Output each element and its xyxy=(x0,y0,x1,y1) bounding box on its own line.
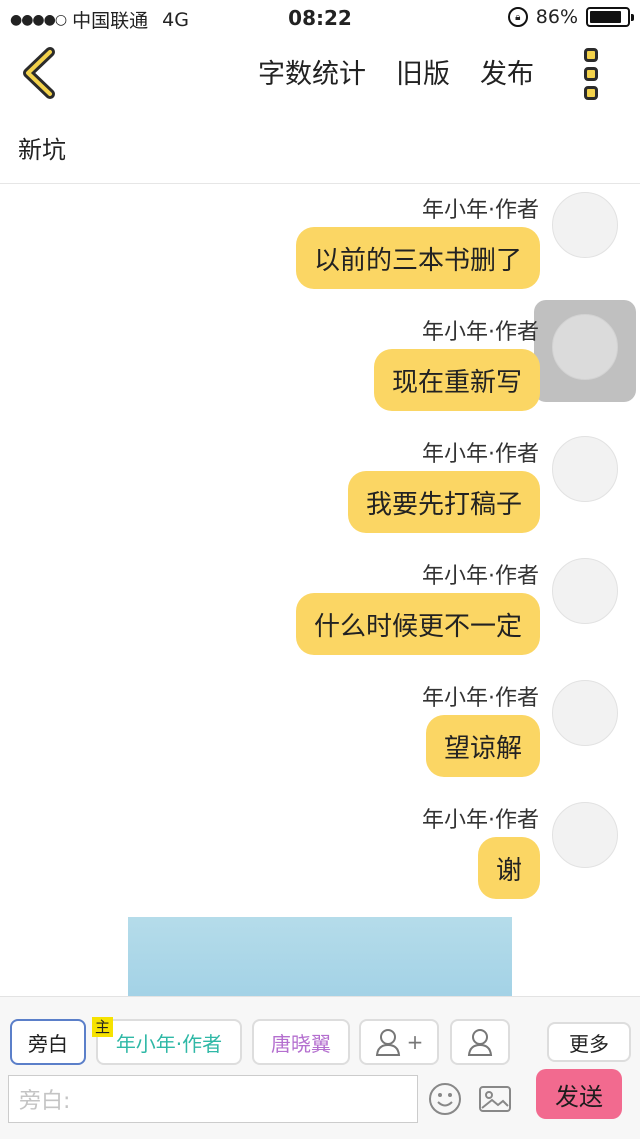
publish-link[interactable]: 发布 xyxy=(480,52,534,91)
send-button[interactable]: 发送 xyxy=(536,1069,622,1119)
back-button[interactable] xyxy=(16,46,66,100)
avatar[interactable] xyxy=(552,558,618,624)
rotation-lock-icon: 🔒︎ xyxy=(507,7,528,27)
user-icon xyxy=(467,1029,493,1056)
image-icon xyxy=(479,1086,511,1112)
message-author: 年小年·作者 xyxy=(422,564,539,589)
message-author: 年小年·作者 xyxy=(422,686,539,711)
status-bar: ●●●●○ 中国联通 4G 08:22 🔒︎ 86% xyxy=(0,0,640,36)
message-bubble[interactable]: 什么时候更不一定 xyxy=(295,593,540,655)
message-author: 年小年·作者 xyxy=(422,320,539,345)
message-bubble[interactable]: 现在重新写 xyxy=(373,349,540,411)
message-author: 年小年·作者 xyxy=(422,808,539,833)
more-menu-icon[interactable] xyxy=(578,48,604,100)
master-badge: 主 xyxy=(92,1017,114,1037)
message-author: 年小年·作者 xyxy=(422,198,539,223)
story-title: 新坑 xyxy=(18,136,66,164)
user-icon xyxy=(375,1029,400,1056)
smiley-icon xyxy=(429,1083,461,1115)
message-bubble[interactable]: 谢 xyxy=(477,837,540,899)
avatar[interactable] xyxy=(552,192,618,258)
chevron-left-icon xyxy=(23,47,55,99)
message-author: 年小年·作者 xyxy=(422,442,539,467)
avatar[interactable] xyxy=(552,436,618,502)
word-count-link[interactable]: 字数统计 xyxy=(258,52,366,91)
image-button[interactable] xyxy=(477,1081,513,1117)
avatar[interactable] xyxy=(552,680,618,746)
avatar[interactable] xyxy=(552,314,618,380)
more-button[interactable]: 更多 xyxy=(547,1022,631,1062)
compose-toolbar: 旁白 年小年·作者 主 唐晓翼 + 更多 旁白: 发送 xyxy=(0,996,640,1139)
add-role-button[interactable]: + xyxy=(359,1019,439,1065)
message-bubble[interactable]: 我要先打稿子 xyxy=(347,471,540,533)
message-bubble[interactable]: 以前的三本书删了 xyxy=(295,227,540,289)
message-bubble[interactable]: 望谅解 xyxy=(425,715,540,777)
avatar[interactable] xyxy=(552,802,618,868)
author-role-button[interactable]: 年小年·作者 xyxy=(96,1019,242,1065)
narration-role-button[interactable]: 旁白 xyxy=(10,1019,86,1065)
divider xyxy=(0,183,640,184)
nav-bar: 字数统计 旧版 发布 xyxy=(0,36,640,110)
old-version-link[interactable]: 旧版 xyxy=(396,52,450,91)
character-role-button[interactable]: 唐晓翼 xyxy=(252,1019,350,1065)
image-message[interactable] xyxy=(128,917,512,997)
message-input[interactable]: 旁白: xyxy=(8,1075,418,1123)
role-manage-button[interactable] xyxy=(450,1019,510,1065)
battery-icon xyxy=(586,7,634,27)
emoji-button[interactable] xyxy=(427,1081,463,1117)
battery-percent: 86% xyxy=(535,6,578,28)
plus-icon: + xyxy=(406,1030,424,1054)
